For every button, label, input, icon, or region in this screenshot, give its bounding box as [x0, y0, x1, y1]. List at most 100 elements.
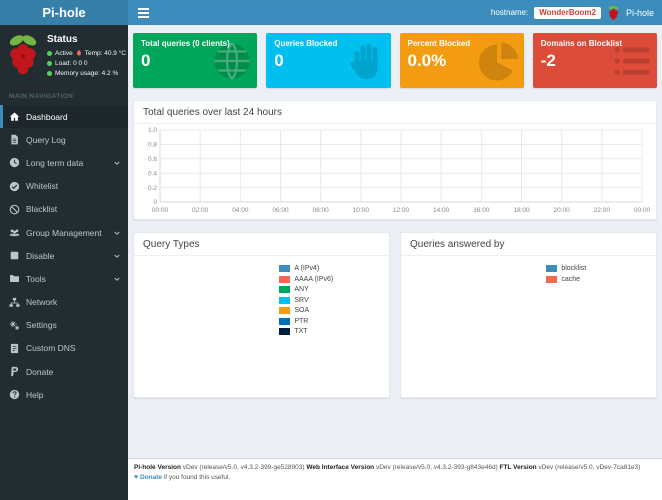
version-name: Web Interface Version	[306, 464, 375, 471]
version-part: Web Interface Version vDev (release/v5.0…	[306, 464, 499, 471]
legend-swatch	[546, 275, 558, 283]
status-text: Active	[55, 49, 73, 57]
legend-item-a-ipv4[interactable]: A (IPv4)	[279, 265, 333, 272]
sidebar-item-label: Tools	[26, 273, 46, 284]
stat-card-queries-blocked[interactable]: Queries Blocked 0	[266, 33, 391, 88]
sidebar-item-custom-dns[interactable]: Custom DNS	[0, 337, 128, 360]
sidebar-item-label: Long term data	[26, 157, 84, 168]
axis-tick-label: 0	[153, 199, 157, 206]
version-part: FTL Version vDev (release/v5.0, vDev-7ca…	[500, 464, 641, 471]
sidebar-item-help[interactable]: Help	[0, 383, 128, 406]
status-text: Load: 0 0 0	[55, 60, 88, 67]
legend-label: ANY	[294, 286, 309, 293]
legend-item-srv[interactable]: SRV	[279, 296, 333, 304]
stat-card-value: -2	[540, 51, 556, 70]
legend-item-blocklist[interactable]: blocklist	[546, 265, 586, 272]
chart-title: Total queries over last 24 hours	[134, 101, 656, 124]
sidebar-item-group-management[interactable]: Group Management	[0, 221, 128, 244]
temperature-icon	[76, 49, 82, 57]
status-lines: Active Temp: 40.9 °C Load: 0 0 0 Memory usa…	[47, 49, 126, 77]
sidebar-item-donate[interactable]: Donate	[0, 360, 128, 383]
sidebar-item-long-term-data[interactable]: Long term data	[0, 151, 128, 174]
answered-by-title: Queries answered by	[401, 233, 656, 256]
axis-tick-label: 14:00	[433, 207, 450, 214]
user-menu[interactable]: Pi-hole	[626, 8, 654, 18]
legend-item-aaaa-ipv6[interactable]: AAAA (IPv6)	[279, 275, 334, 283]
stat-card-label: Total queries (0 clients)	[141, 39, 230, 48]
main-content: Total queries (0 clients) 0 Queries Blocke…	[128, 25, 662, 500]
legend-swatch	[279, 296, 291, 304]
legend-swatch	[546, 265, 558, 272]
status-ok-icon	[47, 50, 52, 56]
axis-tick-label: 22:00	[594, 207, 611, 214]
legend-swatch	[279, 265, 291, 272]
sidebar-toggle-button[interactable]	[128, 0, 158, 25]
sidebar-item-query-log[interactable]: Query Log	[0, 128, 128, 151]
axis-tick-label: 06:00	[272, 207, 289, 214]
axis-tick-label: 1.0	[148, 127, 157, 134]
app-logo[interactable]: Pi-hole	[0, 0, 128, 25]
donate-rest: if you found this useful.	[162, 474, 231, 481]
sidebar-item-disable[interactable]: Disable	[0, 244, 128, 267]
legend-swatch	[279, 317, 291, 325]
users-icon	[9, 227, 20, 238]
answered-by-legend: blocklist cache	[546, 265, 586, 286]
heart-icon: ♥	[134, 474, 139, 481]
footer: Pi-hole Version vDev (release/v5.0, v4.3…	[128, 458, 662, 500]
status-line: Active Temp: 40.9 °C	[47, 49, 126, 57]
donate-link[interactable]: Donate	[140, 474, 162, 481]
ban-icon	[9, 204, 20, 215]
axis-tick-label: 08:00	[313, 207, 330, 214]
legend-label: AAAA (IPv6)	[294, 275, 334, 283]
address-book-icon	[9, 343, 20, 354]
status-ok-icon	[47, 71, 52, 76]
header: Pi-hole hostname: WonderBoom2 Pi-hole	[0, 0, 662, 25]
gears-icon	[9, 320, 20, 331]
legend-item-txt[interactable]: TXT	[279, 328, 333, 335]
stat-card-percent-blocked[interactable]: Percent Blocked 0.0%	[399, 33, 524, 88]
hamburger-icon	[137, 7, 149, 10]
summary-cards: Total queries (0 clients) 0 Queries Blocke…	[133, 33, 657, 88]
legend-swatch	[279, 275, 291, 283]
sidebar-item-label: Group Management	[26, 227, 102, 238]
axis-tick-label: 00:00	[152, 207, 169, 214]
legend-item-cache[interactable]: cache	[546, 275, 586, 283]
pihole-dashboard: Pi-hole hostname: WonderBoom2 Pi-hole St…	[0, 0, 662, 500]
stat-card-value: 0	[274, 51, 284, 70]
sidebar-item-settings[interactable]: Settings	[0, 314, 128, 337]
donate-line: ♥ Donate if you found this useful.	[134, 474, 656, 481]
sidebar-item-blacklist[interactable]: Blacklist	[0, 198, 128, 221]
file-icon	[9, 134, 20, 145]
axis-tick-label: 02:00	[192, 207, 209, 214]
stat-card-label: Percent Blocked	[407, 39, 471, 48]
axis-tick-label: 0.8	[148, 142, 157, 149]
stat-card-total-queries-0-clients[interactable]: Total queries (0 clients) 0	[133, 33, 258, 88]
version-value: vDev (release/v5.0, vDev-7ca81e3)	[536, 464, 641, 471]
sidebar-item-whitelist[interactable]: Whitelist	[0, 175, 128, 198]
sidebar-item-network[interactable]: Network	[0, 291, 128, 314]
sidebar-item-dashboard[interactable]: Dashboard	[0, 105, 128, 129]
axis-tick-label: 18:00	[513, 207, 530, 214]
stat-card-domains-on-blocklist[interactable]: Domains on Blocklist -2	[532, 33, 657, 88]
status-title: Status	[47, 34, 78, 45]
sidebar-item-label: Custom DNS	[26, 343, 76, 354]
legend-item-any[interactable]: ANY	[279, 286, 333, 293]
version-info: Pi-hole Version vDev (release/v5.0, v4.3…	[134, 464, 656, 471]
sidebar-item-label: Network	[26, 297, 58, 308]
legend-item-soa[interactable]: SOA	[279, 307, 333, 314]
pihole-logo-icon	[5, 33, 41, 77]
sidebar-item-tools[interactable]: Tools	[0, 267, 128, 290]
answered-by-panel: Queries answered by blocklist cache	[400, 232, 657, 398]
status-ok-icon	[47, 61, 52, 66]
sidebar-item-label: Settings	[26, 320, 57, 331]
chevron-down-icon	[113, 229, 121, 237]
clock-icon	[9, 157, 20, 168]
folder-icon	[9, 273, 20, 284]
chevron-down-icon	[113, 159, 121, 167]
chevron-down-icon	[113, 252, 121, 260]
stat-card-label: Queries Blocked	[274, 39, 338, 48]
check-circle-icon	[9, 181, 20, 192]
sidebar-item-label: Help	[26, 389, 44, 400]
queries-over-time-chart[interactable]: 1.0 0.8 0.6 0.4 0.2 0 00:00 02:00 04:00 06:00 08:0…	[138, 124, 652, 216]
legend-item-ptr[interactable]: PTR	[279, 317, 333, 325]
